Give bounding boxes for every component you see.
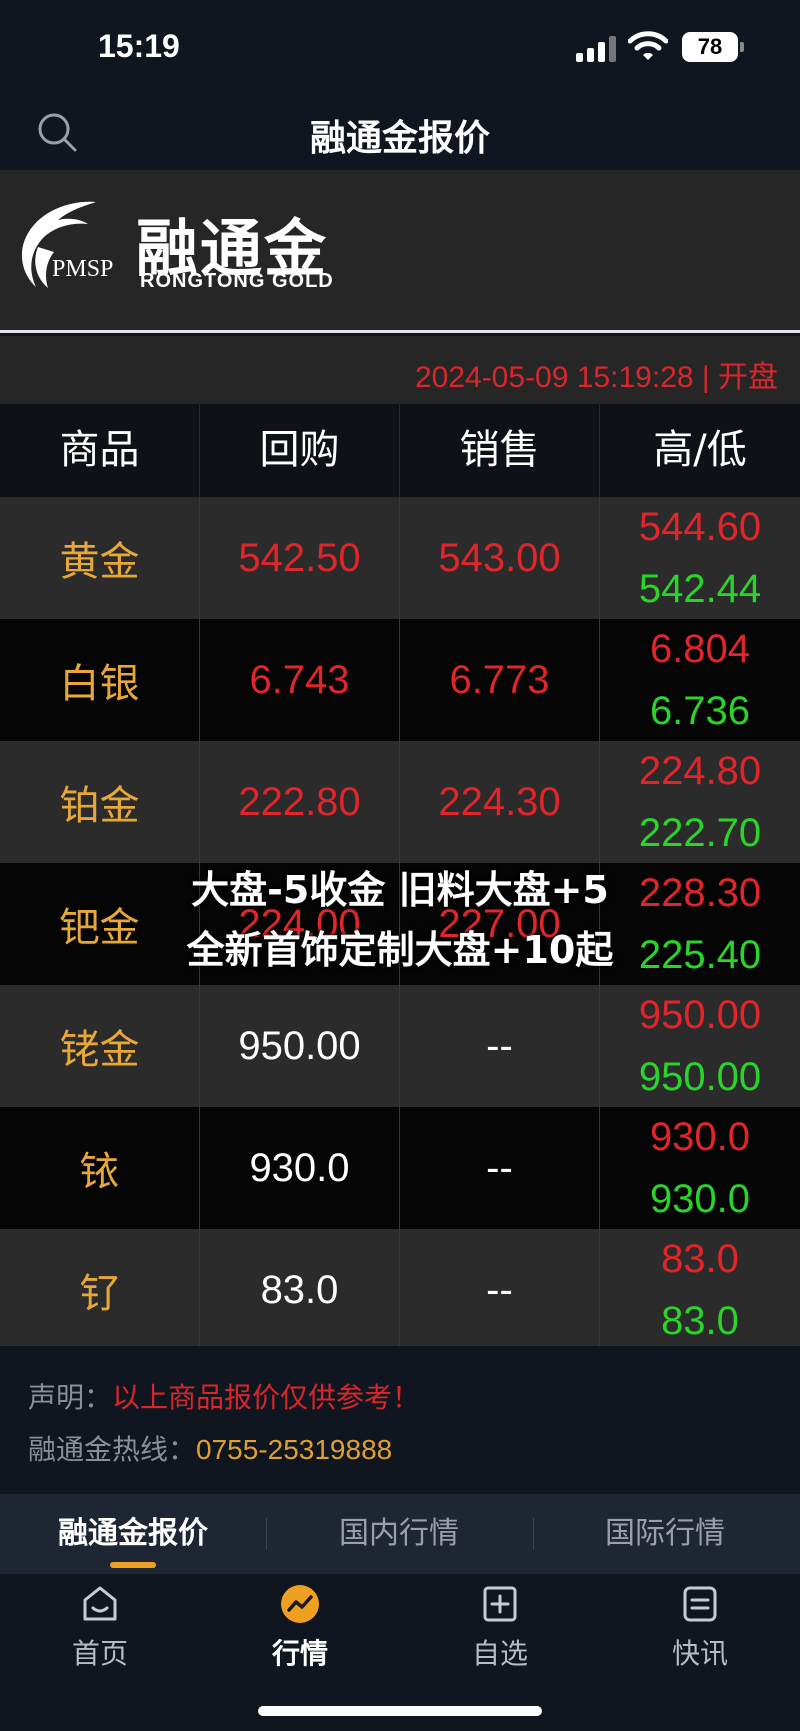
product-name: 铱 [0, 1107, 200, 1229]
subtab-international-market[interactable]: 国际行情 [532, 1494, 798, 1574]
high-low-cell: 930.0 930.0 [600, 1107, 800, 1229]
high-low-cell: 224.80 222.70 [600, 741, 800, 863]
header-product: 商品 [0, 404, 200, 497]
buyback-price: 222.80 [200, 741, 400, 863]
home-indicator[interactable] [258, 1706, 542, 1716]
high-price: 83.0 [661, 1237, 739, 1281]
buyback-price: 542.50 [200, 497, 400, 619]
low-price: 222.70 [638, 811, 762, 855]
home-icon [83, 1586, 117, 1621]
tab-home-label: 首页 [71, 1637, 128, 1670]
high-price: 228.30 [638, 871, 762, 915]
product-name: 钌 [0, 1229, 200, 1351]
product-name: 铂金 [0, 741, 200, 863]
quote-timestamp-row: 2024-05-09 15:19:28 | 开盘 [0, 336, 800, 404]
high-low-cell: 950.00 950.00 [600, 985, 800, 1107]
status-bar: 15:19 78 [0, 0, 800, 95]
sell-price: -- [400, 1229, 600, 1351]
sell-price: 6.773 [400, 619, 600, 741]
tab-news-label: 快讯 [671, 1637, 728, 1670]
high-price: 950.00 [638, 993, 762, 1037]
dragon-logo-icon [21, 201, 97, 288]
header-buyback: 回购 [200, 404, 400, 497]
brand-banner: PMSP 融通金 RONGTONG GOLD [0, 170, 800, 333]
disclaimer-label: 声明： [28, 1381, 113, 1414]
buyback-price: 930.0 [200, 1107, 400, 1229]
low-price: 542.44 [638, 567, 762, 611]
tab-watchlist-label: 自选 [471, 1637, 528, 1670]
nav-bar: 融通金报价 [0, 95, 800, 170]
buyback-price: 83.0 [200, 1229, 400, 1351]
subtab-divider [533, 1518, 534, 1550]
low-price: 950.00 [638, 1055, 762, 1099]
low-price: 6.736 [649, 689, 751, 733]
low-price: 225.40 [638, 933, 762, 977]
overlay-line-2: 全新首饰定制大盘+10起 [186, 928, 614, 972]
header-high-low: 高/低 [653, 427, 747, 473]
high-low-cell: 83.0 83.0 [600, 1229, 800, 1351]
hotline-number[interactable]: 0755-25319888 [196, 1434, 392, 1465]
sell-price: -- [400, 1107, 600, 1229]
table-header: 商品 回购 销售 高/低 [0, 404, 800, 497]
product-name: 白银 [0, 619, 200, 741]
product-name: 黄金 [0, 497, 200, 619]
footer-info: 声明：以上商品报价仅供参考！ 融通金热线：0755-25319888 [0, 1346, 800, 1494]
table-row[interactable]: 铑金 950.00 -- 950.00 950.00 [0, 985, 800, 1107]
tab-market-label: 行情 [271, 1637, 328, 1670]
table-row[interactable]: 白银 6.743 6.773 6.804 6.736 [0, 619, 800, 741]
tab-home[interactable]: 首页 [0, 1574, 200, 1731]
quote-timestamp: 2024-05-09 15:19:28 | 开盘 [414, 361, 778, 394]
cellular-signal-icon [576, 36, 618, 62]
logo-pmsp-text: PMSP [52, 256, 114, 282]
battery-indicator: 78 [682, 32, 744, 62]
subtab-divider [266, 1518, 267, 1550]
disclaimer-text: 以上商品报价仅供参考！ [112, 1381, 421, 1414]
wifi-icon [628, 31, 668, 60]
high-price: 6.804 [649, 627, 751, 671]
high-low-cell: 544.60 542.44 [600, 497, 800, 619]
buyback-price: 950.00 [200, 985, 400, 1107]
table-row[interactable]: 铂金 222.80 224.30 224.80 222.70 [0, 741, 800, 863]
low-price: 83.0 [661, 1299, 739, 1343]
high-price: 224.80 [638, 749, 762, 793]
page-title: 融通金报价 [309, 118, 490, 159]
disclaimer: 声明：以上商品报价仅供参考！ [28, 1376, 420, 1416]
subtab-rongtong-quote[interactable]: 融通金报价 [0, 1494, 266, 1574]
hotline-label: 融通金热线： [28, 1433, 197, 1466]
high-price: 930.0 [649, 1115, 751, 1159]
buyback-price: 6.743 [200, 619, 400, 741]
market-icon [281, 1585, 319, 1623]
table-row[interactable]: 铱 930.0 -- 930.0 930.0 [0, 1107, 800, 1229]
table-row[interactable]: 黄金 542.50 543.00 544.60 542.44 [0, 497, 800, 619]
subtab-domestic-market[interactable]: 国内行情 [266, 1494, 532, 1574]
news-icon [683, 1586, 717, 1622]
high-low-cell: 6.804 6.736 [600, 619, 800, 741]
overlay-line-1: 大盘-5收金 旧料大盘+5 [191, 868, 609, 912]
sub-tab-bar: 融通金报价 国内行情 国际行情 [0, 1494, 800, 1574]
sell-price: 224.30 [400, 741, 600, 863]
tab-news[interactable]: 快讯 [600, 1574, 800, 1731]
watchlist-add-icon [483, 1586, 517, 1622]
table-row[interactable]: 钌 83.0 -- 83.0 83.0 [0, 1229, 800, 1351]
header-sell: 销售 [400, 404, 600, 497]
status-time: 15:19 [98, 28, 180, 64]
overlay-caption: 大盘-5收金 旧料大盘+5 全新首饰定制大盘+10起 [150, 860, 650, 980]
low-price: 930.0 [649, 1177, 751, 1221]
sell-price: 543.00 [400, 497, 600, 619]
product-name: 铑金 [0, 985, 200, 1107]
high-price: 544.60 [638, 505, 762, 549]
hotline: 融通金热线：0755-25319888 [28, 1428, 392, 1468]
logo-english-name: RONGTONG GOLD [140, 270, 334, 292]
sell-price: -- [400, 985, 600, 1107]
